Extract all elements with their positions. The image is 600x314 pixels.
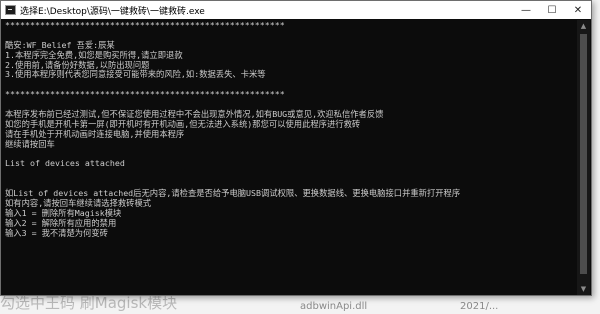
console-window[interactable]: 选择E:\Desktop\源码\一键救砖\一键救砖.exe — ☐ ✕ ****… xyxy=(0,0,592,296)
console-line: 请在手机处于开机动画时连接电脑,并使用本程序 xyxy=(5,128,185,139)
title-bar[interactable]: 选择E:\Desktop\源码\一键救砖\一键救砖.exe — ☐ ✕ xyxy=(1,1,591,19)
console-line: List of devices attached xyxy=(5,158,125,169)
console-line: ****************************************… xyxy=(5,89,285,100)
window-title: 选择E:\Desktop\源码\一键救砖\一键救砖.exe xyxy=(20,6,205,17)
scroll-thumb[interactable] xyxy=(580,34,587,274)
console-line: ****************************************… xyxy=(5,21,285,30)
scroll-down-arrow-icon[interactable]: ▼ xyxy=(577,283,590,295)
vertical-scrollbar[interactable]: ▲ ▼ xyxy=(577,20,590,295)
console-app-icon xyxy=(5,5,16,15)
close-button[interactable]: ✕ xyxy=(565,1,591,19)
scroll-up-arrow-icon[interactable]: ▲ xyxy=(577,20,590,32)
maximize-button[interactable]: ☐ xyxy=(539,1,565,19)
background-file-date: 2021/... xyxy=(460,301,499,312)
background-left-text: 勾选中王码 刷Magisk模块 xyxy=(0,294,178,312)
minimize-button[interactable]: — xyxy=(513,1,539,19)
console-output[interactable]: ****************************************… xyxy=(5,21,575,293)
console-line: 继续请按回车 xyxy=(5,138,55,149)
background-file-name: adbwinApi.dll xyxy=(300,301,368,312)
background-file-row: 勾选中王码 刷Magisk模块 adbwinApi.dll 2021/... xyxy=(0,296,600,314)
console-line: 输入3 = 我不清楚为何变砖 xyxy=(5,227,108,238)
console-line: 3.使用本程序则代表您同意接受可能带来的风险,如:数据丢失、卡米等 xyxy=(5,69,266,80)
